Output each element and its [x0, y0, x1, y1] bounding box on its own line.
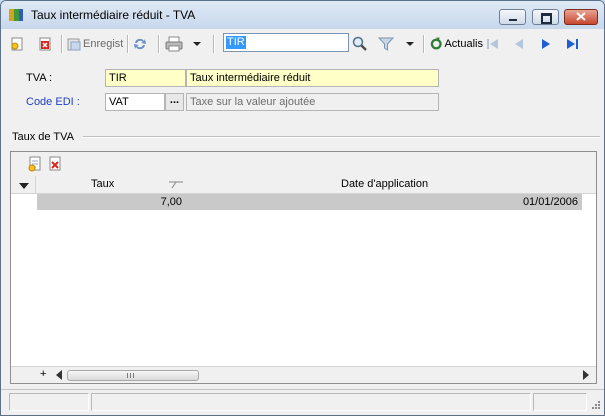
tva-code-field[interactable]: TIR: [105, 69, 186, 87]
printer-icon: [165, 36, 183, 52]
edi-code-link[interactable]: Code EDI :: [26, 96, 80, 108]
minimize-button[interactable]: [499, 9, 526, 25]
rates-grid: Taux Date d'application 7,00 01/01/2006 …: [10, 151, 597, 384]
grid-toolbar: [11, 152, 596, 177]
maximize-icon: [541, 13, 552, 24]
horizontal-scrollbar[interactable]: +: [11, 366, 596, 383]
first-icon: [487, 39, 498, 49]
filter-button[interactable]: [378, 34, 396, 54]
new-document-icon: [11, 37, 23, 51]
grid-add-row-button[interactable]: [27, 156, 43, 172]
cell-taux: 7,00: [160, 196, 182, 208]
next-record-button[interactable]: [539, 34, 555, 54]
grid-add-label[interactable]: +: [40, 367, 46, 382]
last-record-button[interactable]: [565, 34, 583, 54]
maximize-button[interactable]: [532, 9, 559, 25]
first-record-button[interactable]: [486, 34, 502, 54]
scroll-left-icon[interactable]: [55, 370, 63, 380]
previous-record-button[interactable]: [512, 34, 528, 54]
tva-label: TVA :: [26, 72, 53, 84]
filter-dropdown[interactable]: [406, 34, 416, 54]
status-panel-2: [91, 393, 531, 411]
status-panel-3: [533, 393, 587, 411]
scroll-grip-icon: [127, 373, 128, 378]
status-panel-1: [9, 393, 89, 411]
toolbar-separator: [423, 35, 425, 53]
refresh-button[interactable]: Actualis: [429, 34, 483, 54]
grid-delete-row-button[interactable]: [47, 156, 63, 172]
row-selector-icon: [19, 183, 29, 189]
toolbar-separator: [127, 35, 129, 53]
minimize-icon: [509, 19, 517, 21]
delete-button[interactable]: [37, 34, 55, 54]
column-header-date-label: Date d'application: [341, 178, 429, 190]
new-row-icon: [28, 156, 41, 172]
print-button[interactable]: [165, 34, 185, 54]
group-divider: [83, 136, 600, 138]
sync-button[interactable]: [132, 34, 150, 54]
delete-row-icon: [49, 156, 61, 171]
close-button[interactable]: [564, 9, 598, 25]
delete-icon: [39, 37, 51, 51]
toolbar-separator: [213, 35, 215, 53]
search-value: TIR: [226, 36, 246, 49]
print-dropdown[interactable]: [193, 34, 203, 54]
tva-name-field[interactable]: Taux intermédiaire réduit: [186, 69, 439, 87]
edi-lookup-button[interactable]: ...: [165, 93, 184, 111]
search-input[interactable]: TIR: [223, 33, 349, 52]
status-bar: [1, 389, 604, 415]
chevron-down-icon: [406, 42, 414, 46]
toolbar: Enregist TIR Actualis: [1, 29, 604, 59]
filter-icon: [378, 37, 394, 51]
last-icon: [567, 39, 578, 49]
save-icon: [67, 38, 81, 51]
column-header-taux-label: Taux: [91, 178, 115, 190]
search-icon: [352, 36, 367, 51]
table-row[interactable]: 7,00 01/01/2006: [37, 194, 582, 210]
chevron-down-icon: [193, 42, 201, 46]
save-label: Enregist: [83, 38, 124, 50]
cell-date: 01/01/2006: [522, 196, 578, 208]
refresh-label: Actualis: [444, 38, 483, 50]
group-title: Taux de TVA: [12, 131, 74, 143]
refresh-arrows-icon: [134, 38, 146, 50]
sort-indicator-icon: [169, 181, 183, 189]
new-button[interactable]: [9, 34, 27, 54]
toolbar-separator: [61, 35, 63, 53]
scroll-right-icon[interactable]: [582, 370, 590, 380]
column-header-taux[interactable]: Taux: [37, 178, 187, 192]
title-bar[interactable]: Taux intermédiaire réduit - TVA: [1, 1, 604, 29]
close-icon: [576, 12, 586, 21]
resize-grip-icon[interactable]: [589, 400, 601, 412]
refresh-icon: [430, 37, 442, 50]
scroll-thumb[interactable]: [67, 370, 199, 381]
main-window: Taux intermédiaire réduit - TVA Enregist…: [0, 0, 605, 416]
search-button[interactable]: [352, 34, 370, 54]
previous-icon: [515, 39, 523, 49]
header-divider: [35, 176, 36, 193]
app-icon: [9, 9, 23, 21]
edi-description-field: Taxe sur la valeur ajoutée: [186, 93, 439, 111]
column-header-date[interactable]: Date d'application: [187, 178, 582, 192]
next-icon: [542, 39, 550, 49]
window-title: Taux intermédiaire réduit - TVA: [31, 8, 196, 22]
edi-code-field[interactable]: VAT: [105, 93, 165, 111]
grid-header: Taux Date d'application: [11, 176, 596, 194]
toolbar-separator: [158, 35, 160, 53]
save-button[interactable]: Enregist: [66, 34, 124, 54]
